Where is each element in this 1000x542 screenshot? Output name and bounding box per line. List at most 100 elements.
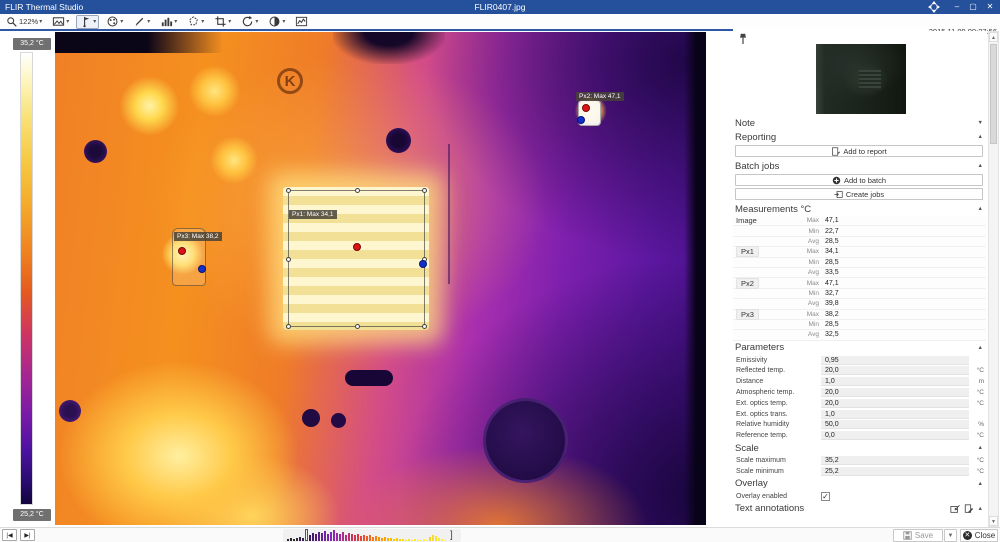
region-tool-button[interactable]: ▾	[184, 15, 207, 29]
section-note[interactable]: Note ▼	[733, 116, 986, 130]
thermal-dark-region	[684, 32, 706, 525]
close-window-button[interactable]: ✕	[983, 1, 997, 13]
parameter-value-field[interactable]: 1,0	[821, 410, 969, 419]
last-image-button[interactable]: ▶|	[20, 529, 35, 541]
section-title: Note	[735, 118, 755, 129]
chevron-up-icon[interactable]: ▲	[978, 445, 983, 451]
section-overlay[interactable]: Overlay▲	[733, 477, 986, 491]
section-measurements[interactable]: Measurements °C▲	[733, 202, 986, 216]
crop-tool-button[interactable]: ▾	[211, 15, 234, 29]
parameter-value-field[interactable]: 0,0	[821, 431, 969, 440]
minimize-button[interactable]: –	[950, 1, 964, 13]
maximize-button[interactable]: ▢	[966, 1, 980, 13]
overlay-enabled-checkbox[interactable]: ✓	[821, 492, 830, 501]
status-bar: |◀ ▶| ] Save ▼ ✕ Close	[0, 527, 1000, 542]
first-image-button[interactable]: |◀	[2, 529, 17, 541]
chevron-up-icon[interactable]: ▲	[978, 481, 983, 487]
resize-handle[interactable]	[422, 324, 427, 329]
parameter-row: Scale maximum35,2°C	[733, 455, 986, 466]
section-reporting[interactable]: Reporting▲	[733, 130, 986, 144]
zoom-tool-button[interactable]: 122%▾	[3, 15, 45, 29]
parameter-row: Ext. optics temp.20,0°C	[733, 398, 986, 409]
save-button[interactable]: Save	[893, 529, 943, 542]
parameter-value-field[interactable]: 25,2	[821, 467, 969, 476]
scroll-up-arrow[interactable]: ▲	[989, 32, 998, 42]
draw-tool-button[interactable]: ▾	[130, 15, 153, 29]
measurement-stat-row: Min 22,7	[733, 226, 986, 236]
palette-icon	[106, 15, 119, 28]
thermal-image[interactable]: K Px1: Max 34,1 Px2: Max 47,1 Px3: Max 3…	[55, 32, 706, 525]
dropdown-caret-icon: ▾	[93, 15, 96, 29]
parameter-value-field[interactable]: 35,2	[821, 456, 969, 465]
parameter-value-field[interactable]: 20,0	[821, 399, 969, 408]
histogram-tool-button[interactable]: ▾	[157, 15, 180, 29]
panel-scrollbar[interactable]: ▲ ▼	[988, 31, 999, 527]
histogram-bar	[387, 538, 389, 541]
resize-handle[interactable]	[355, 324, 360, 329]
section-parameters[interactable]: Parameters▲	[733, 341, 986, 355]
visible-light-thumbnail[interactable]	[816, 44, 906, 114]
stat-value: 32,7	[825, 290, 839, 297]
parameter-value-field[interactable]: 20,0	[821, 366, 969, 375]
scrollbar-thumb[interactable]	[990, 44, 997, 144]
plot-tool-button[interactable]	[292, 15, 311, 29]
parameter-unit: °C	[969, 457, 986, 464]
parameter-unit: %	[969, 421, 986, 428]
resize-handle[interactable]	[422, 188, 427, 193]
section-scale[interactable]: Scale▲	[733, 441, 986, 455]
thermal-screw-hole	[84, 140, 107, 163]
close-image-button[interactable]: ✕ Close	[960, 529, 998, 542]
histogram-bar	[299, 537, 301, 541]
plus-circle-icon	[832, 176, 841, 185]
stat-key: Min	[793, 228, 819, 235]
measurement-tool-button[interactable]: ▾	[76, 15, 99, 29]
histogram-bar	[405, 540, 407, 541]
resize-handle[interactable]	[355, 188, 360, 193]
section-text-annotations[interactable]: Text annotations ▲	[733, 502, 986, 516]
parameter-value-field[interactable]: 50,0	[821, 420, 969, 429]
histogram-range-marker[interactable]	[305, 529, 308, 541]
parameter-row: Emissivity0,95	[733, 355, 986, 366]
dropdown-caret-icon: ▾	[228, 15, 231, 29]
chevron-down-icon[interactable]: ▼	[978, 120, 983, 126]
section-batch-jobs[interactable]: Batch jobs ▲	[733, 159, 986, 173]
chevron-up-icon[interactable]: ▲	[978, 345, 983, 351]
add-to-report-button[interactable]: Add to report	[735, 145, 983, 157]
add-to-batch-button[interactable]: Add to batch	[735, 174, 983, 186]
rotate-tool-button[interactable]: ▾	[238, 15, 261, 29]
parameter-label: Distance	[733, 378, 821, 385]
chevron-up-icon[interactable]: ▲	[978, 506, 983, 512]
pin-panel-icon[interactable]	[737, 33, 749, 45]
stat-value: 22,7	[825, 228, 839, 235]
resize-handle[interactable]	[286, 188, 291, 193]
chevron-up-icon[interactable]: ▲	[978, 206, 983, 212]
color-adjust-tool-button[interactable]: ▾	[265, 15, 288, 29]
histogram-bar	[327, 534, 329, 541]
annotation-edit-icon[interactable]	[964, 504, 974, 514]
scroll-down-arrow[interactable]: ▼	[989, 516, 998, 526]
parameter-value-field[interactable]: 1,0	[821, 377, 969, 386]
parameter-row: Scale minimum25,2°C	[733, 466, 986, 477]
stat-value: 32,5	[825, 331, 839, 338]
histogram-bar	[441, 539, 443, 541]
image-mode-tool-button[interactable]: ▾	[49, 15, 72, 29]
palette-tool-button[interactable]: ▾	[103, 15, 126, 29]
stat-value: 28,5	[825, 238, 839, 245]
resize-handle[interactable]	[286, 324, 291, 329]
parameter-value-field[interactable]: 0,95	[821, 356, 969, 365]
save-options-dropdown[interactable]: ▼	[944, 529, 957, 542]
histogram-bar	[429, 537, 431, 541]
chevron-up-icon[interactable]: ▲	[978, 134, 983, 140]
histogram-bar	[324, 531, 326, 541]
annotation-import-icon[interactable]	[950, 504, 960, 514]
section-title: Batch jobs	[735, 161, 779, 172]
measurement-stat-row: Px3Max38,2	[733, 310, 986, 320]
parameter-value-field[interactable]: 20,0	[821, 388, 969, 397]
chevron-up-icon[interactable]: ▲	[978, 163, 983, 169]
palette-scale-bar[interactable]	[20, 52, 33, 505]
histogram-right-bracket[interactable]: ]	[450, 530, 453, 541]
temperature-histogram[interactable]: ]	[283, 529, 461, 542]
resize-handle[interactable]	[286, 257, 291, 262]
document-title: FLIR0407.jpg	[0, 2, 1000, 12]
create-jobs-button[interactable]: Create jobs	[735, 188, 983, 200]
